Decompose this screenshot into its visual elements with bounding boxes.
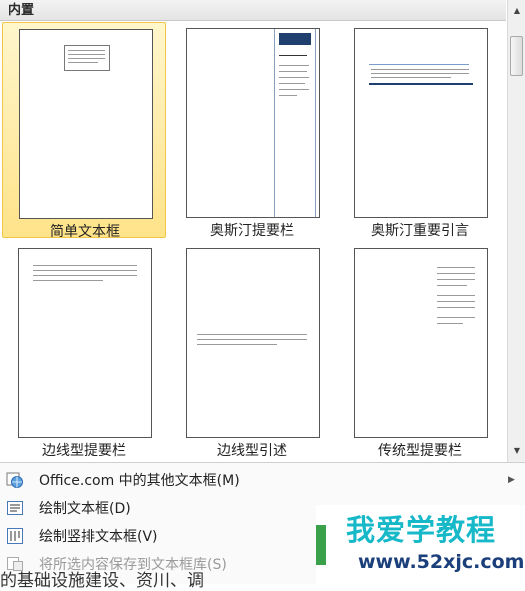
thumbnail-quote — [369, 64, 475, 86]
thumbnail-page — [354, 28, 488, 218]
thumbnail-page — [186, 248, 320, 438]
gallery-section-header: 内置 — [0, 0, 506, 21]
scroll-thumb[interactable] — [510, 36, 523, 76]
gallery-item-label: 传统型提要栏 — [378, 443, 462, 459]
vertical-textbox-icon — [6, 527, 24, 545]
thumbnail-textbox — [64, 45, 110, 71]
thumbnail-sidebar-header — [279, 33, 311, 45]
thumbnail-sidebar-text — [33, 265, 139, 291]
gallery-item-label: 奥斯汀重要引言 — [371, 223, 469, 239]
gallery-item-label: 边线型引述 — [217, 443, 287, 459]
submenu-arrow-icon: ▶ — [508, 475, 515, 485]
textbox-icon — [6, 499, 24, 517]
thumbnail-sidebar-text — [437, 267, 477, 327]
watermark-logo-icon — [316, 525, 326, 565]
thumbnail-page — [186, 28, 320, 218]
gallery-item-sideline-quote[interactable]: 边线型引述 — [170, 242, 334, 459]
gallery-item-traditional-sidebar[interactable]: 传统型提要栏 — [338, 242, 502, 459]
gallery-item-sideline-sidebar[interactable]: 边线型提要栏 — [2, 242, 166, 459]
gallery-item-austin-quote[interactable]: 奥斯汀重要引言 — [338, 22, 502, 239]
gallery-item-label: 边线型提要栏 — [42, 443, 126, 459]
globe-icon — [6, 471, 24, 489]
thumbnail-page — [18, 248, 152, 438]
thumbnail-page — [19, 29, 153, 219]
gallery-scrollbar[interactable]: ▲ ▼ — [507, 0, 525, 462]
thumbnail-page — [354, 248, 488, 438]
menu-item-office-more-textboxes[interactable]: Office.com 中的其他文本框(M) ▶ — [0, 466, 525, 494]
watermark-title: 我爱学教程 — [346, 513, 497, 547]
gallery-item-label: 简单文本框 — [50, 224, 120, 240]
gallery-item-austin-sidebar[interactable]: 奥斯汀提要栏 — [170, 22, 334, 239]
site-watermark: 我爱学教程 www.52xjc.com — [316, 505, 525, 584]
thumbnail-quote-text — [197, 334, 309, 350]
gallery-item-simple-textbox[interactable]: 简单文本框 — [2, 22, 166, 240]
gallery-item-label: 奥斯汀提要栏 — [210, 223, 294, 239]
thumbnail-sidebar — [274, 29, 316, 217]
scroll-up-icon[interactable]: ▲ — [509, 2, 525, 18]
scroll-down-icon[interactable]: ▼ — [509, 442, 525, 458]
watermark-url: www.52xjc.com — [358, 551, 525, 573]
background-document-text: 的基础设施建设、资川、调 — [0, 571, 204, 591]
textbox-gallery: 内置 简单文本框 奥斯汀提要栏 奥斯汀重要引言 边线型提要栏 边线型引述 传统型… — [0, 0, 525, 462]
